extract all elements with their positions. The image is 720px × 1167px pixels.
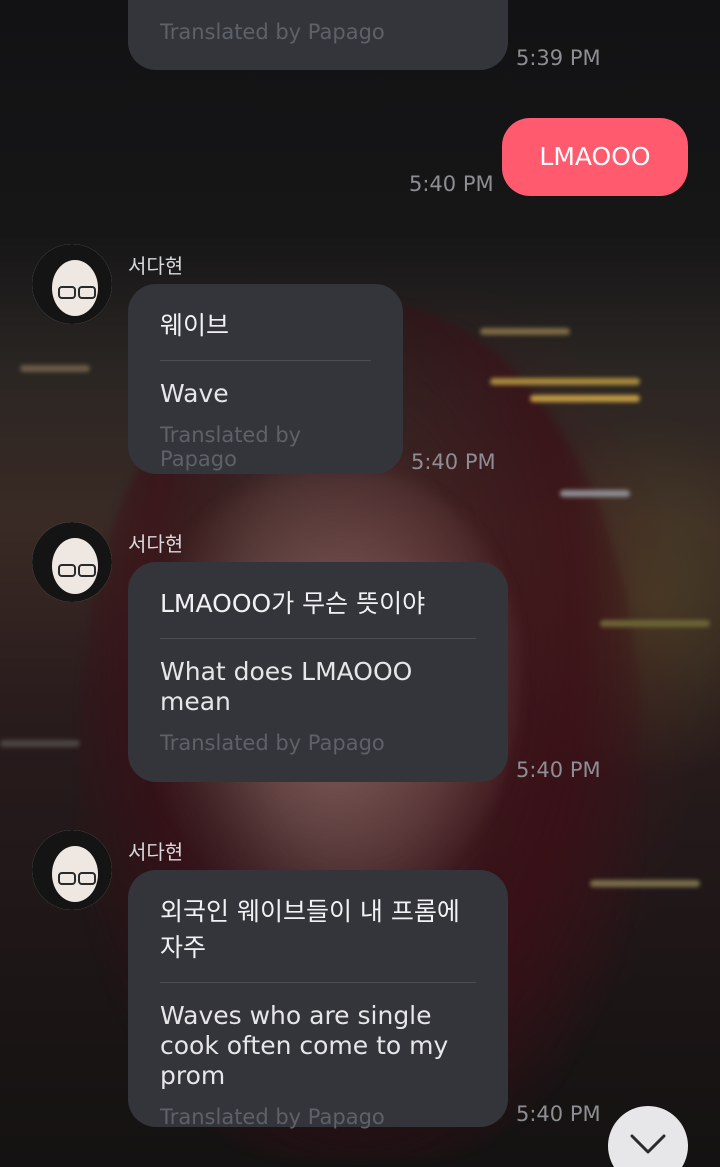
received-message[interactable]: 웨이브 Wave Translated by Papago (128, 284, 403, 474)
translation-credit: Translated by Papago (160, 1105, 385, 1129)
original-text: 외국인 웨이브들이 내 프롬에 자주 (160, 894, 476, 983)
avatar[interactable] (32, 244, 112, 324)
message-time: 5:40 PM (409, 172, 494, 196)
received-message[interactable]: LMAOOO가 무슨 뜻이야 What does LMAOOO mean Tra… (128, 562, 508, 782)
translation-credit: Translated by Papago (160, 423, 302, 471)
received-message[interactable]: 외국인 웨이브들이 내 프롬에 자주 Waves who are single … (128, 870, 508, 1129)
original-text: 웨이브 (160, 308, 371, 361)
message-time: 5:40 PM (516, 758, 601, 782)
sender-name: 서다현 (128, 840, 184, 864)
avatar[interactable] (32, 522, 112, 602)
received-message[interactable]: Translated by Papago (128, 0, 508, 70)
message-time: 5:40 PM (516, 1102, 601, 1126)
original-text: LMAOOO가 무슨 뜻이야 (160, 586, 476, 639)
translation-credit: Translated by Papago (160, 731, 385, 755)
message-time: 5:40 PM (411, 450, 496, 474)
translated-text: What does LMAOOO mean (160, 657, 413, 716)
message-list[interactable]: Translated by Papago 5:39 PM 5:40 PM LMA… (0, 0, 720, 1167)
avatar[interactable] (32, 830, 112, 910)
translated-text: Wave (160, 379, 229, 408)
chat-screen: Translated by Papago 5:39 PM 5:40 PM LMA… (0, 0, 720, 1167)
translation-credit: Translated by Papago (160, 20, 385, 44)
message-time: 5:39 PM (516, 46, 601, 70)
chevron-down-icon (630, 1134, 666, 1154)
sender-name: 서다현 (128, 254, 184, 278)
sent-message[interactable]: LMAOOO (502, 118, 688, 196)
sender-name: 서다현 (128, 532, 184, 556)
translated-text: Waves who are single cook often come to … (160, 1001, 449, 1090)
